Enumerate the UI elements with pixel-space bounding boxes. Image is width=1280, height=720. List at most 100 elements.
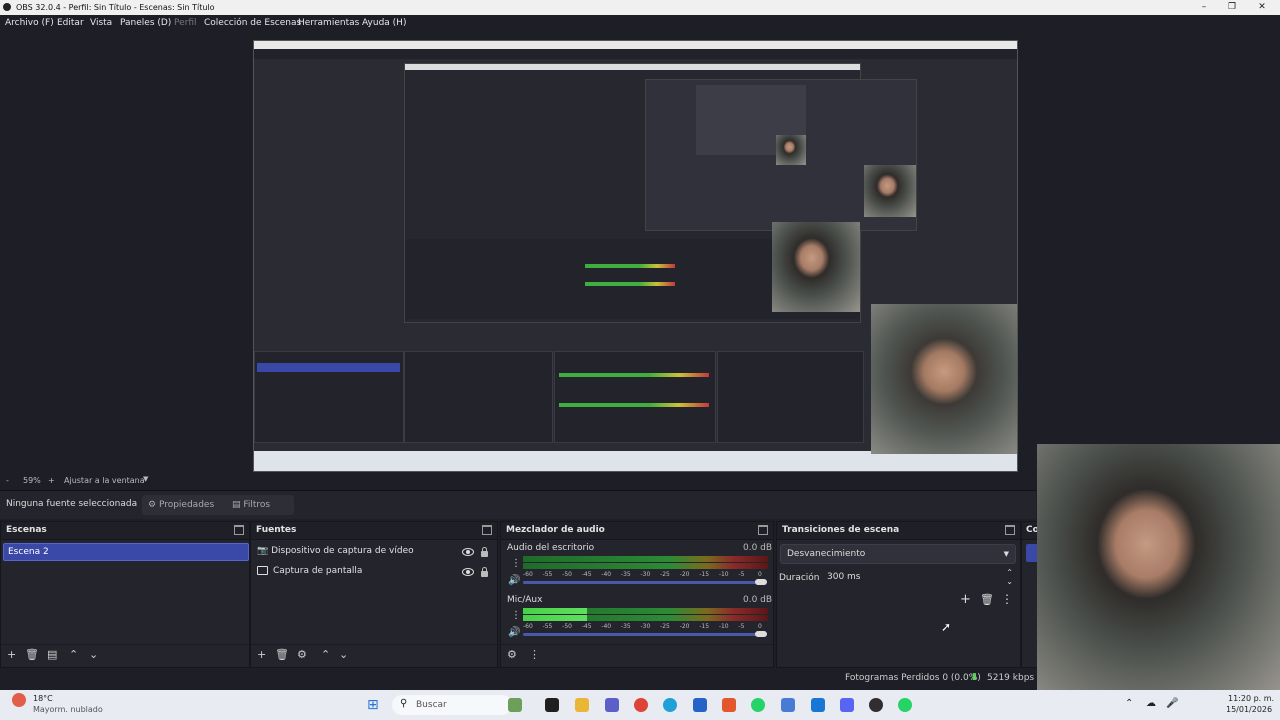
controls-dock: Co xyxy=(1021,521,1038,668)
source-properties-button[interactable]: ⚙ xyxy=(297,649,307,661)
more-vertical-icon[interactable]: ⋮ xyxy=(529,649,540,661)
store-icon[interactable] xyxy=(693,698,707,712)
undock-icon[interactable] xyxy=(234,525,244,535)
duration-label: Duración xyxy=(779,573,820,583)
webcam-overlay xyxy=(1037,444,1280,694)
windows-start-icon[interactable]: ⊞ xyxy=(367,697,379,713)
more-vertical-icon[interactable]: ⋮ xyxy=(1001,592,1013,606)
lock-icon[interactable] xyxy=(481,567,488,577)
fit-to-window-dropdown[interactable]: Ajustar a la ventana xyxy=(64,476,145,485)
advanced-audio-icon[interactable]: ⚙ xyxy=(507,649,517,661)
volume-slider-handle[interactable] xyxy=(755,579,767,585)
more-vertical-icon[interactable]: ⋮ xyxy=(511,610,521,621)
source-item-screen-capture[interactable]: Captura de pantalla xyxy=(257,563,492,579)
meter-tick-label: -40 xyxy=(601,571,612,578)
volume-slider[interactable] xyxy=(523,581,763,584)
discord-icon[interactable] xyxy=(840,698,854,712)
meter-tick-label: 0 xyxy=(758,571,762,578)
clock-time[interactable]: 11:20 p. m. xyxy=(1228,694,1274,703)
add-source-button[interactable]: + xyxy=(257,649,266,661)
sources-title: Fuentes xyxy=(256,525,297,535)
lock-icon[interactable] xyxy=(481,547,488,557)
volume-slider-handle[interactable] xyxy=(755,631,767,637)
meter-tick-label: -40 xyxy=(601,623,612,630)
volume-meter-level xyxy=(523,608,587,614)
whatsapp-icon[interactable] xyxy=(898,698,912,712)
scene-transitions-dock: Transiciones de escena Desvanecimiento ▼… xyxy=(776,521,1021,668)
source-item-video-capture[interactable]: 📷 Dispositivo de captura de vídeo xyxy=(257,543,492,559)
brave-icon[interactable] xyxy=(722,698,736,712)
menu-ayuda[interactable]: Ayuda (H) xyxy=(362,18,406,28)
search-icon: ⚲ xyxy=(400,698,408,709)
minimize-button[interactable]: – xyxy=(1194,1,1214,13)
dropped-frames: Fotogramas Perdidos 0 (0.0%) xyxy=(845,673,981,683)
maximize-button[interactable]: ❐ xyxy=(1222,1,1242,13)
captured-webcam-large xyxy=(871,304,1017,454)
whatsapp-icon[interactable] xyxy=(751,698,765,712)
obs-icon[interactable] xyxy=(869,698,883,712)
more-vertical-icon[interactable]: ⋮ xyxy=(511,558,521,569)
menu-herramientas[interactable]: Herramientas xyxy=(298,18,359,28)
meter-tick-label: 0 xyxy=(758,623,762,630)
close-button[interactable]: ✕ xyxy=(1252,1,1272,13)
undock-icon[interactable] xyxy=(482,525,492,535)
visibility-eye-icon[interactable] xyxy=(462,568,474,576)
menu-paneles[interactable]: Paneles (D) xyxy=(120,18,171,28)
taskbar-search[interactable]: ⚲ Buscar xyxy=(392,695,512,715)
menu-editar[interactable]: Editar xyxy=(57,18,84,28)
file-explorer-icon[interactable] xyxy=(575,698,589,712)
visibility-eye-icon[interactable] xyxy=(462,548,474,556)
track-db: 0.0 dB xyxy=(743,595,773,605)
weather-temp[interactable]: 18°C xyxy=(33,694,53,703)
teams-icon[interactable] xyxy=(605,698,619,712)
mixer-title: Mezclador de audio xyxy=(506,525,605,535)
meter-tick-label: -10 xyxy=(718,623,729,630)
chrome-icon[interactable] xyxy=(634,698,648,712)
zoom-in-button[interactable]: + xyxy=(48,476,55,485)
properties-button[interactable]: ⚙ Propiedades xyxy=(142,495,230,515)
track-name: Audio del escritorio xyxy=(507,543,595,553)
chevron-down-icon[interactable]: ⌄ xyxy=(1006,573,1013,591)
chevron-up-icon[interactable]: ⌃ xyxy=(1125,698,1133,709)
duration-spinbox[interactable]: 300 ms ⌃ ⌄ xyxy=(823,568,1017,586)
move-up-button[interactable]: ⌃ xyxy=(321,649,330,661)
transition-select[interactable]: Desvanecimiento ▼ xyxy=(780,544,1016,564)
speaker-icon[interactable]: 🔊 xyxy=(508,627,520,638)
microphone-icon[interactable]: 🎤 xyxy=(1166,698,1178,709)
filters-button[interactable]: ▤ Filtros xyxy=(226,495,294,515)
remove-scene-button[interactable]: 🗑 xyxy=(25,649,39,661)
move-down-button[interactable]: ⌄ xyxy=(339,649,348,661)
app-icon[interactable] xyxy=(781,698,795,712)
edge-icon[interactable] xyxy=(663,698,677,712)
move-down-button[interactable]: ⌄ xyxy=(89,649,98,661)
weather-icon xyxy=(12,693,26,707)
selected-source-label: Ninguna fuente seleccionada xyxy=(6,499,138,509)
scene-item[interactable]: Escena 2 xyxy=(3,543,249,561)
move-up-button[interactable]: ⌃ xyxy=(69,649,78,661)
preview-zoom-bar: - 59% + Ajustar a la ventana ▼ xyxy=(0,474,1036,488)
scene-filters-button[interactable]: ▤ xyxy=(47,649,57,661)
undock-icon[interactable] xyxy=(1005,525,1015,535)
add-scene-button[interactable]: + xyxy=(7,649,16,661)
clock-date[interactable]: 15/01/2026 xyxy=(1226,705,1272,714)
weather-desc[interactable]: Mayorm. nublado xyxy=(33,705,103,714)
app-icon[interactable] xyxy=(545,698,559,712)
menu-vista[interactable]: Vista xyxy=(90,18,112,28)
chevron-down-icon[interactable]: ▼ xyxy=(143,475,148,483)
zoom-out-button[interactable]: - xyxy=(6,476,9,485)
volume-slider[interactable] xyxy=(523,633,763,636)
add-transition-button[interactable]: + xyxy=(960,592,971,607)
menu-coleccion-escenas[interactable]: Colección de Escenas xyxy=(204,18,301,28)
remove-transition-button[interactable]: 🗑 xyxy=(980,593,994,606)
meter-tick-label: -10 xyxy=(718,571,729,578)
speaker-icon[interactable]: 🔊 xyxy=(508,575,520,586)
captured-title-bar xyxy=(254,41,1017,49)
app-icon[interactable] xyxy=(508,698,522,712)
menu-perfil[interactable]: Perfil xyxy=(174,18,197,28)
sources-dock-header: Fuentes xyxy=(251,522,497,540)
undock-icon[interactable] xyxy=(758,525,768,535)
menu-archivo[interactable]: Archivo (F) xyxy=(5,18,54,28)
remove-source-button[interactable]: 🗑 xyxy=(275,649,289,661)
network-icon[interactable]: ☁ xyxy=(1146,698,1156,709)
messenger-icon[interactable] xyxy=(811,698,825,712)
